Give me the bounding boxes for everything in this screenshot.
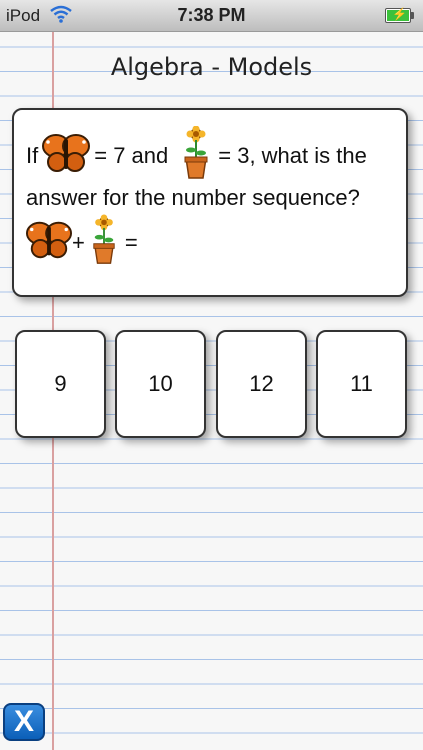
question-line-2: answer for the number sequence? — [26, 185, 360, 210]
question-text-eq7: = 7 and — [94, 143, 169, 168]
question-card: If = 7 and = 3, what is the answer for t… — [12, 108, 408, 297]
flower-pot-icon — [182, 125, 210, 186]
answer-button-4[interactable]: 11 — [316, 330, 407, 438]
status-time: 7:38 PM — [177, 5, 246, 25]
question-line-3: + = — [26, 214, 138, 272]
close-icon: X — [13, 705, 34, 738]
answer-button-3[interactable]: 12 — [216, 330, 307, 438]
question-line-1: If = 7 and = 3, what is the — [26, 125, 367, 186]
page-title: Algebra - Models — [110, 53, 313, 81]
answer-button-1[interactable]: 9 — [15, 330, 106, 438]
question-text-if: If — [26, 143, 39, 168]
battery-charging-icon: ⚡ — [385, 7, 414, 23]
flower-pot-icon — [91, 214, 117, 272]
answer-button-2[interactable]: 10 — [115, 330, 206, 438]
question-text-eq3: = 3, what is the — [218, 143, 367, 168]
butterfly-icon — [42, 133, 91, 179]
status-bar: iPod 7:38 PM ⚡ — [0, 0, 423, 32]
plus-sign: + — [72, 230, 85, 255]
close-button[interactable]: X — [3, 703, 45, 741]
butterfly-icon — [26, 220, 72, 266]
equals-sign: = — [124, 230, 138, 255]
